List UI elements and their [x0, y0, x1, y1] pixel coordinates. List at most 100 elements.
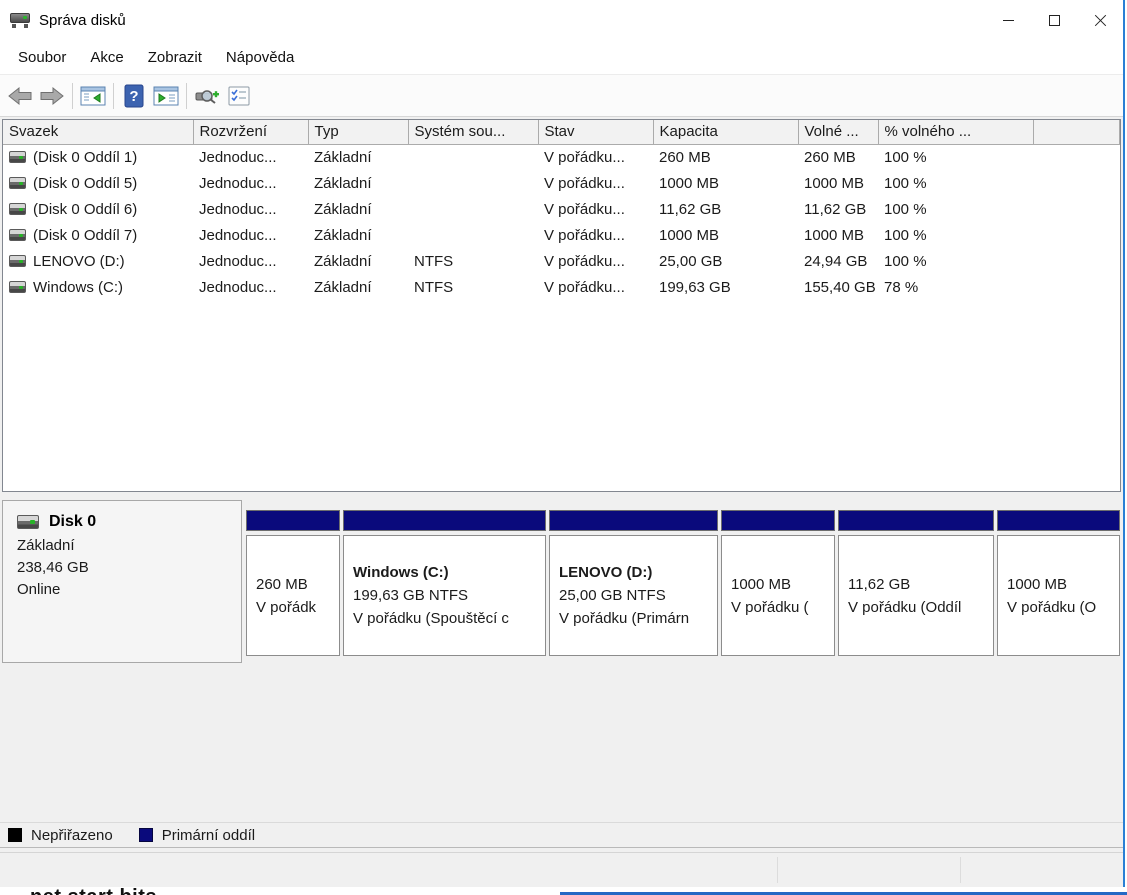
- minimize-button[interactable]: [985, 0, 1031, 40]
- back-button[interactable]: [4, 81, 36, 111]
- menu-soubor[interactable]: Soubor: [6, 44, 78, 71]
- action-pane-icon: [153, 85, 179, 107]
- properties-button[interactable]: [223, 81, 255, 111]
- partition-size: 1000 MB: [731, 573, 832, 596]
- volume-icon: [9, 177, 26, 189]
- console-tree-icon: [80, 85, 106, 107]
- disk-name: Disk 0: [49, 513, 96, 531]
- disk-layout: Základní: [17, 535, 227, 557]
- column-header-system-souboru[interactable]: Systém sou...: [408, 120, 538, 144]
- toolbar-separator: [186, 83, 187, 109]
- maximize-icon: [1049, 15, 1060, 26]
- partition-block-lenovo-d[interactable]: LENOVO (D:) 25,00 GB NTFS V pořádku (Pri…: [549, 510, 718, 656]
- table-row[interactable]: LENOVO (D:) Jednoduc...ZákladníNTFS V po…: [3, 248, 1120, 274]
- partition-status: V pořádku (Oddíl: [848, 596, 991, 619]
- status-bar-divider: [777, 857, 778, 883]
- volume-icon: [9, 151, 26, 163]
- partition-status: V pořádku (O: [1007, 596, 1117, 619]
- menu-zobrazit[interactable]: Zobrazit: [136, 44, 214, 71]
- column-header-kapacita[interactable]: Kapacita: [653, 120, 798, 144]
- console-tree-button[interactable]: [77, 81, 109, 111]
- column-header-procento-volneho[interactable]: % volného ...: [878, 120, 1033, 144]
- table-row[interactable]: (Disk 0 Oddíl 7) Jednoduc...Základní V p…: [3, 222, 1120, 248]
- legend-unallocated: Nepřiřazeno: [8, 827, 113, 844]
- table-row[interactable]: (Disk 0 Oddíl 1) Jednoduc...Základní V p…: [3, 144, 1120, 170]
- properties-icon: [227, 85, 251, 107]
- volume-icon: [9, 281, 26, 293]
- partition-status: V pořádku (Spouštěcí c: [353, 607, 543, 630]
- maximize-button[interactable]: [1031, 0, 1077, 40]
- forward-icon: [40, 86, 64, 106]
- partition-status: V pořádku (: [731, 596, 832, 619]
- partition-header-bar: [549, 510, 718, 531]
- window-title: Správa disků: [39, 12, 126, 29]
- title-bar[interactable]: Správa disků: [0, 0, 1123, 40]
- partition-block-windows-c[interactable]: Windows (C:) 199,63 GB NTFS V pořádku (S…: [343, 510, 546, 656]
- rescan-disks-icon: [194, 85, 220, 107]
- screen: Správa disků Soubor Akce Zobrazit Nápově…: [0, 0, 1127, 895]
- rescan-disks-button[interactable]: [191, 81, 223, 111]
- partition-block-5[interactable]: 11,62 GB V pořádku (Oddíl: [838, 510, 994, 656]
- menu-bar: Soubor Akce Zobrazit Nápověda: [0, 40, 1123, 74]
- menu-napoveda[interactable]: Nápověda: [214, 44, 306, 71]
- back-icon: [8, 86, 32, 106]
- volume-icon: [9, 203, 26, 215]
- toolbar-separator: [113, 83, 114, 109]
- toolbar-separator: [72, 83, 73, 109]
- action-pane-button[interactable]: [150, 81, 182, 111]
- legend-label: Nepřiřazeno: [31, 827, 113, 844]
- volume-icon: [9, 255, 26, 267]
- table-row[interactable]: (Disk 0 Oddíl 6) Jednoduc...Základní V p…: [3, 196, 1120, 222]
- disk-capacity: 238,46 GB: [17, 557, 227, 579]
- partition-size: 25,00 GB NTFS: [559, 584, 715, 607]
- partition-header-bar: [246, 510, 340, 531]
- column-header-volne[interactable]: Volné ...: [798, 120, 878, 144]
- partition-status: V pořádku (Primárn: [559, 607, 715, 630]
- close-button[interactable]: [1077, 0, 1123, 40]
- close-icon: [1094, 14, 1107, 27]
- status-bar: [0, 852, 1123, 887]
- partition-status: V pořádk: [256, 596, 337, 619]
- partition-area: 260 MB V pořádk Windows (C:) 199,63 GB N…: [242, 500, 1121, 663]
- disk-management-app-icon: [10, 12, 30, 28]
- partition-header-bar: [343, 510, 546, 531]
- partition-header-bar: [838, 510, 994, 531]
- partition-header-bar: [721, 510, 835, 531]
- legend-primary-partition: Primární oddíl: [139, 827, 255, 844]
- partition-block-4[interactable]: 1000 MB V pořádku (: [721, 510, 835, 656]
- disk-0-row: Disk 0 Základní 238,46 GB Online 260 MB …: [2, 500, 1121, 663]
- legend-bar: Nepřiřazeno Primární oddíl: [0, 822, 1123, 848]
- partition-size: 260 MB: [256, 573, 337, 596]
- disk-icon: [17, 515, 39, 529]
- legend-label: Primární oddíl: [162, 827, 255, 844]
- minimize-icon: [1003, 20, 1014, 21]
- menu-akce[interactable]: Akce: [78, 44, 135, 71]
- unallocated-color-swatch: [8, 828, 22, 842]
- partition-header-bar: [997, 510, 1120, 531]
- column-header-typ[interactable]: Typ: [308, 120, 408, 144]
- partition-name: LENOVO (D:): [559, 561, 715, 584]
- help-button[interactable]: ?: [118, 81, 150, 111]
- toolbar: ?: [0, 74, 1123, 117]
- partition-size: 1000 MB: [1007, 573, 1117, 596]
- volume-table: Svazek Rozvržení Typ Systém sou... Stav …: [3, 120, 1120, 300]
- table-row[interactable]: Windows (C:) Jednoduc...ZákladníNTFS V p…: [3, 274, 1120, 300]
- background-window-text: net start bits: [30, 888, 157, 895]
- disk-0-info-panel[interactable]: Disk 0 Základní 238,46 GB Online: [2, 500, 242, 663]
- partition-size: 11,62 GB: [848, 573, 991, 596]
- table-row[interactable]: (Disk 0 Oddíl 5) Jednoduc...Základní V p…: [3, 170, 1120, 196]
- partition-block-6[interactable]: 1000 MB V pořádku (O: [997, 510, 1120, 656]
- primary-partition-color-swatch: [139, 828, 153, 842]
- volume-icon: [9, 229, 26, 241]
- column-header-empty[interactable]: [1033, 120, 1120, 144]
- volume-list-pane: Svazek Rozvržení Typ Systém sou... Stav …: [2, 119, 1121, 492]
- partition-size: 199,63 GB NTFS: [353, 584, 543, 607]
- column-header-rozvrzeni[interactable]: Rozvržení: [193, 120, 308, 144]
- disk-status: Online: [17, 579, 227, 601]
- svg-text:?: ?: [129, 88, 138, 105]
- column-header-svazek[interactable]: Svazek: [3, 120, 193, 144]
- partition-block-1[interactable]: 260 MB V pořádk: [246, 510, 340, 656]
- column-header-stav[interactable]: Stav: [538, 120, 653, 144]
- partition-name: Windows (C:): [353, 561, 543, 584]
- forward-button[interactable]: [36, 81, 68, 111]
